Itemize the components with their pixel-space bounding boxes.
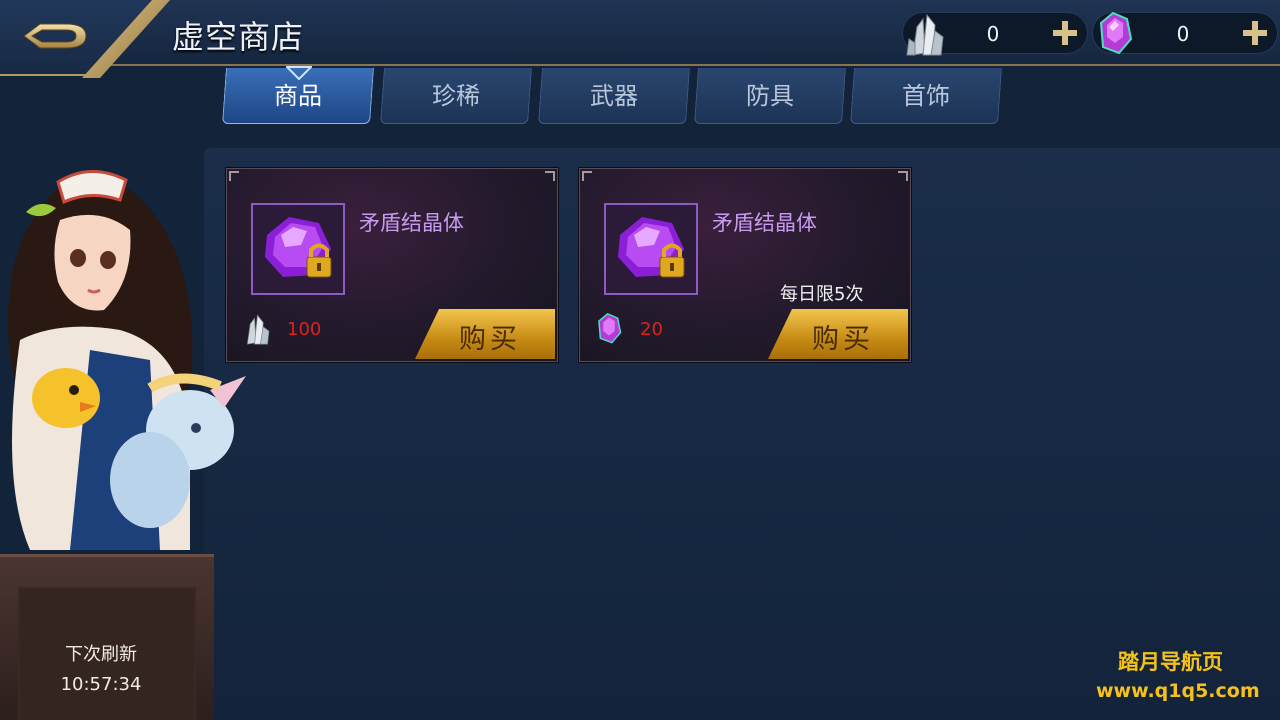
crystal-currency: 0: [902, 12, 1088, 56]
buy-button-label: 购买: [812, 324, 874, 355]
tab-weapons[interactable]: 武器: [538, 68, 690, 124]
tab-label: 珍稀: [432, 82, 480, 110]
buy-button-label: 购买: [459, 324, 521, 355]
tab-label: 首饰: [902, 82, 950, 110]
shopkeeper-character: [8, 170, 246, 550]
back-button[interactable]: [20, 16, 92, 56]
purchase-limit: 每日限5次: [780, 284, 864, 305]
refresh-label: 下次刷新: [65, 644, 137, 665]
item-slot[interactable]: [604, 203, 698, 295]
purple-gem-icon: [1099, 11, 1133, 55]
item-name: 矛盾结晶体: [359, 211, 464, 235]
add-crystal-button[interactable]: [1049, 17, 1081, 49]
page-title: 虚空商店: [172, 18, 305, 56]
purple-crystal-item-icon: [618, 217, 685, 278]
back-arrow-icon: [23, 23, 87, 49]
shop-item-card: 矛盾结晶体 每日限5次 20 购买: [579, 168, 911, 362]
add-gem-button[interactable]: [1239, 17, 1271, 49]
tab-label: 防具: [746, 82, 794, 110]
crystal-amount: 0: [986, 22, 1000, 46]
card-corner: [545, 171, 555, 181]
refresh-countdown: 10:57:34: [60, 674, 142, 695]
item-name: 矛盾结晶体: [712, 211, 817, 235]
item-price: 100: [287, 319, 322, 340]
buy-button[interactable]: 购买: [768, 309, 908, 359]
watermark-title: 踏月导航页: [1118, 650, 1223, 674]
shop-item-card: 矛盾结晶体 100 购买: [226, 168, 558, 362]
gem-currency: 0: [1092, 11, 1278, 55]
item-slot[interactable]: [251, 203, 345, 295]
tab-armor[interactable]: 防具: [694, 68, 846, 124]
card-corner: [898, 171, 908, 181]
tab-label: 武器: [590, 82, 638, 110]
crystal-cluster-icon: [906, 13, 944, 56]
watermark-url: www.q1q5.com: [1096, 680, 1260, 702]
buy-button[interactable]: 购买: [415, 309, 555, 359]
purple-gem-icon: [598, 313, 622, 344]
gem-amount: 0: [1176, 22, 1190, 46]
card-corner: [582, 171, 592, 181]
tab-rare[interactable]: 珍稀: [380, 68, 532, 124]
wooden-cabinet: [0, 554, 214, 720]
tab-jewelry[interactable]: 首饰: [850, 68, 1002, 124]
item-price: 20: [640, 319, 663, 340]
active-tab-indicator-icon: [286, 66, 312, 80]
purple-crystal-item-icon: [265, 217, 332, 278]
